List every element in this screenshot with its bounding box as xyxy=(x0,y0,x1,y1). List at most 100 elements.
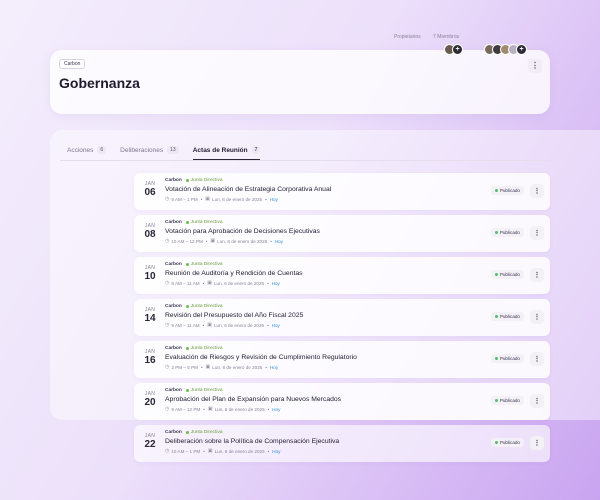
meeting-meta: Carbon Junta Directiva xyxy=(165,346,480,351)
board-dot-icon xyxy=(185,389,189,392)
calendar-icon: ▣ xyxy=(207,448,213,454)
meeting-board: Junta Directiva xyxy=(190,388,223,393)
status-dot-icon xyxy=(494,357,498,360)
meeting-meta: Carbon Junta Directiva xyxy=(165,304,480,309)
meeting-board: Junta Directiva xyxy=(190,430,223,435)
row-more-button[interactable]: ⋮ xyxy=(530,394,544,408)
status-dot-icon xyxy=(494,273,498,276)
meeting-title[interactable]: Votación de Alineación de Estrategia Cor… xyxy=(165,186,480,193)
meeting-today: Hoy xyxy=(269,364,279,370)
status-label: Publicado xyxy=(499,188,520,193)
tab-count: 6 xyxy=(97,146,107,154)
tab-acciones[interactable]: Acciones 6 xyxy=(67,143,107,157)
row-more-button[interactable]: ⋮ xyxy=(530,226,544,240)
date-box: JAN 16 xyxy=(142,349,158,367)
tab-count: 13 xyxy=(167,146,179,154)
add-owner-button[interactable]: + xyxy=(452,44,463,55)
separator: • xyxy=(200,196,203,202)
owners-avatars: + xyxy=(444,44,463,55)
date-day: 16 xyxy=(144,355,156,366)
row-more-button[interactable]: ⋮ xyxy=(530,184,544,198)
status-dot-icon xyxy=(494,441,498,444)
separator: • xyxy=(203,448,205,454)
meeting-org: Carbon xyxy=(165,262,182,267)
meeting-row[interactable]: JAN 20 Carbon Junta Directiva Aprobación del… xyxy=(134,383,550,420)
meeting-meta: Carbon Junta Directiva xyxy=(165,220,480,225)
separator: • xyxy=(265,364,267,370)
date-box: JAN 10 xyxy=(142,265,158,283)
members-avatars: + xyxy=(484,44,527,55)
status-badge: Publicado xyxy=(490,186,524,195)
header-card: Carbon Gobernanza ⋮ xyxy=(50,50,550,114)
separator: • xyxy=(202,322,205,328)
meeting-date: Lun, 6 de enero de 2025 xyxy=(212,364,263,370)
clock-icon: ◷ xyxy=(165,196,170,202)
meeting-today: Hoy xyxy=(272,406,281,412)
meeting-meta: Carbon Junta Directiva xyxy=(165,178,480,183)
date-box: JAN 20 xyxy=(142,391,158,409)
status-badge: Publicado xyxy=(490,270,524,279)
meeting-time: 10 AM – 12 PM xyxy=(171,238,203,244)
meeting-info: ◷ 2 PM – 5 PM • ▣ Lun, 6 de enero de 2025 • Ho… xyxy=(165,364,480,370)
board-dot-icon xyxy=(185,431,189,434)
meeting-title[interactable]: Aprobación del Plan de Expansión para Nu… xyxy=(165,396,480,403)
meeting-title[interactable]: Votación para Aprobación de Decisiones E… xyxy=(165,228,480,235)
add-member-button[interactable]: + xyxy=(516,44,527,55)
meeting-body: Carbon Junta Directiva Evaluación de Riesg… xyxy=(165,346,480,370)
meeting-meta: Carbon Junta Directiva xyxy=(165,262,480,267)
row-more-button[interactable]: ⋮ xyxy=(530,352,544,366)
board-dot-icon xyxy=(185,347,189,350)
meeting-info: ◷ 10 AM – 1 PM • ▣ Lun, 6 de enero de 2025 • H… xyxy=(165,448,480,454)
org-chip[interactable]: Carbon xyxy=(59,59,86,69)
clock-icon: ◷ xyxy=(165,406,170,412)
tab-actas-de-reunion[interactable]: Actas de Reunión 7 xyxy=(192,143,261,160)
date-box: JAN 22 xyxy=(142,433,158,451)
meeting-org: Carbon xyxy=(165,178,182,183)
clock-icon: ◷ xyxy=(165,364,170,370)
meeting-meta: Carbon Junta Directiva xyxy=(165,388,480,393)
status-label: Publicado xyxy=(499,356,520,361)
separator: • xyxy=(267,322,269,328)
row-more-button[interactable]: ⋮ xyxy=(530,310,544,324)
tab-deliberaciones[interactable]: Deliberaciones 13 xyxy=(120,143,179,157)
clock-icon: ◷ xyxy=(165,322,170,328)
meeting-row[interactable]: JAN 10 Carbon Junta Directiva Reunión de Aud… xyxy=(134,257,550,294)
meeting-time: 9 AM – 11 AM xyxy=(171,322,200,328)
more-options-button[interactable]: ⋮ xyxy=(528,59,542,73)
meeting-row[interactable]: JAN 22 Carbon Junta Directiva Deliberación s… xyxy=(134,425,550,462)
meeting-title[interactable]: Reunión de Auditoría y Rendición de Cuen… xyxy=(165,270,480,277)
meeting-row[interactable]: JAN 06 Carbon Junta Directiva Votación de Al… xyxy=(134,173,550,210)
meeting-info: ◷ 10 AM – 12 PM • ▣ Lun, 6 de enero de 2025 •… xyxy=(165,238,480,244)
meeting-title[interactable]: Evaluación de Riesgos y Revisión de Cump… xyxy=(165,354,480,361)
board-dot-icon xyxy=(185,263,189,266)
separator: • xyxy=(267,406,270,412)
row-more-button[interactable]: ⋮ xyxy=(530,268,544,282)
meeting-list: JAN 06 Carbon Junta Directiva Votación de Al… xyxy=(134,173,550,467)
meeting-time: 2 PM – 5 PM xyxy=(171,364,198,370)
meeting-meta: Carbon Junta Directiva xyxy=(165,430,480,435)
meeting-row[interactable]: JAN 16 Carbon Junta Directiva Evaluación de … xyxy=(134,341,550,378)
separator: • xyxy=(265,196,267,202)
meeting-board: Junta Directiva xyxy=(190,304,223,309)
meeting-date: Lun, 6 de enero de 2025 xyxy=(213,280,265,286)
owners-label: Propietarios xyxy=(394,34,421,40)
meeting-title[interactable]: Revisión del Presupuesto del Año Fiscal … xyxy=(165,312,480,319)
status-badge: Publicado xyxy=(490,354,524,363)
meeting-row[interactable]: JAN 08 Carbon Junta Directiva Votación para … xyxy=(134,215,550,252)
meeting-time: 9 AM – 12 PM xyxy=(171,406,201,412)
separator: • xyxy=(200,364,203,370)
meeting-title[interactable]: Deliberación sobre la Política de Compen… xyxy=(165,438,480,445)
status-dot-icon xyxy=(494,231,498,234)
status-badge: Publicado xyxy=(490,312,524,321)
calendar-icon: ▣ xyxy=(207,322,212,328)
meeting-date: Lun, 6 de enero de 2025 xyxy=(214,406,265,412)
meeting-body: Carbon Junta Directiva Revisión del Presup… xyxy=(165,304,480,328)
row-more-button[interactable]: ⋮ xyxy=(530,436,544,450)
meeting-today: Hoy xyxy=(274,238,283,244)
clock-icon: ◷ xyxy=(165,448,170,454)
meeting-board: Junta Directiva xyxy=(190,178,223,183)
meeting-row[interactable]: JAN 14 Carbon Junta Directiva Revisión del P… xyxy=(134,299,550,336)
status-badge: Publicado xyxy=(490,438,524,447)
separator: • xyxy=(267,448,270,454)
tab-label: Deliberaciones xyxy=(120,146,164,154)
